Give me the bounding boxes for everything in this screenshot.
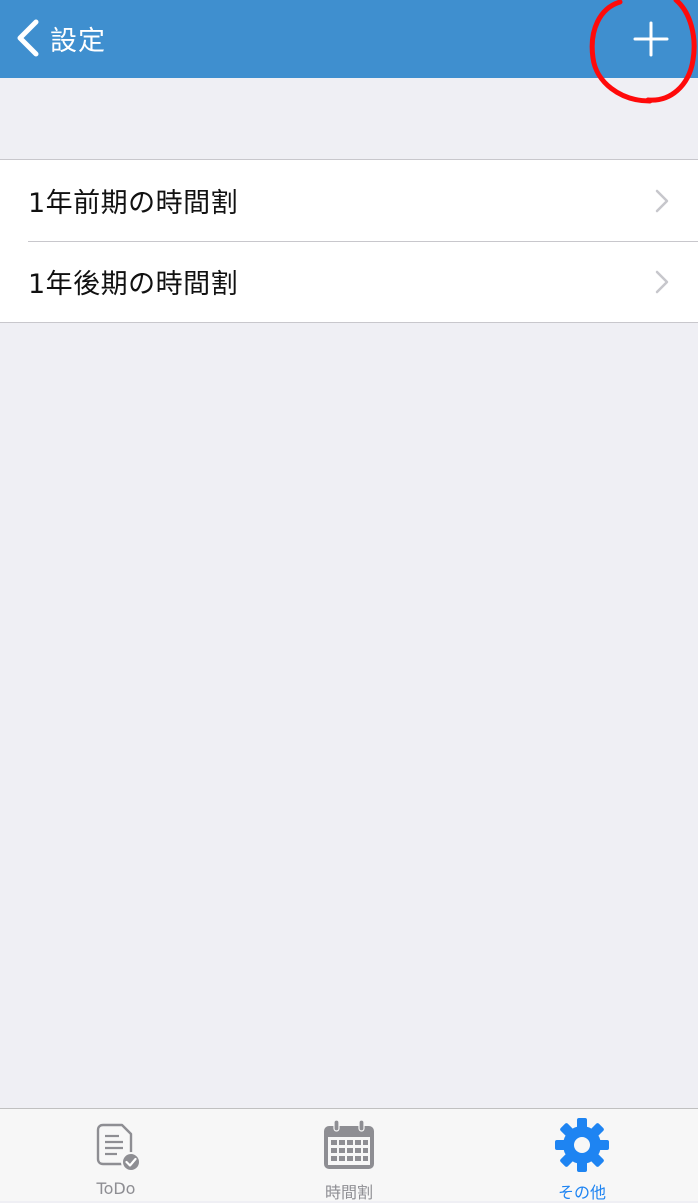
tab-other[interactable]: その他 [466,1109,698,1202]
list-item-timetable-2[interactable]: 1年後期の時間割 [0,241,698,322]
tab-todo[interactable]: ToDo [0,1109,232,1201]
back-button-label: 設定 [50,25,106,57]
timetable-list: 1年前期の時間割 1年後期の時間割 [0,159,698,323]
tab-label: その他 [557,1183,606,1202]
chevron-right-icon [655,270,669,294]
list-item-timetable-1[interactable]: 1年前期の時間割 [0,160,698,241]
chevron-right-icon [655,189,669,213]
chevron-left-icon [17,19,39,57]
plus-icon [633,21,669,57]
tab-label: ToDo [96,1179,136,1198]
back-button[interactable]: 設定 [12,14,106,62]
tab-label: 時間割 [324,1183,373,1202]
navigation-bar: 設定 [0,0,698,78]
gear-icon [552,1115,612,1175]
list-item-label: 1年後期の時間割 [28,269,239,300]
add-button[interactable] [622,10,680,68]
calendar-icon [319,1115,379,1175]
list-item-label: 1年前期の時間割 [28,188,239,219]
todo-document-check-icon [86,1115,146,1175]
tab-timetable[interactable]: 時間割 [233,1109,465,1202]
tab-bar: ToDo 時間割 その他 [0,1108,698,1202]
